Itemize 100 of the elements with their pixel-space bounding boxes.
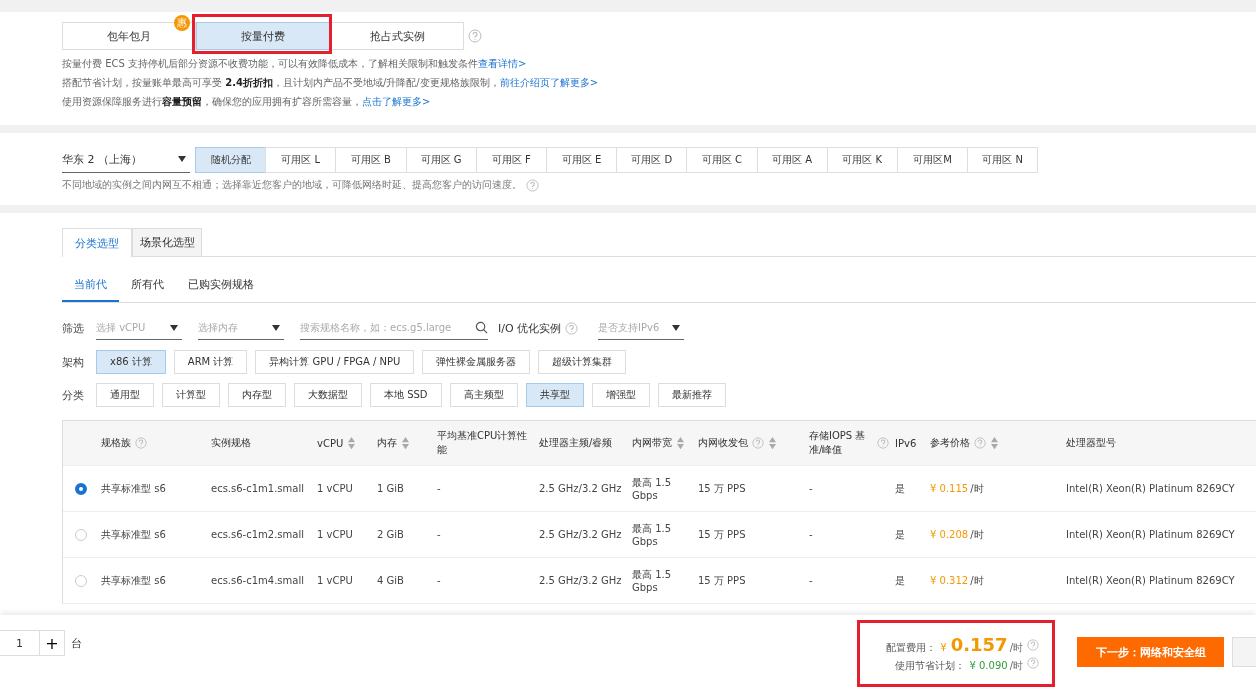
category-option[interactable]: 最新推荐 xyxy=(657,383,726,407)
filter-option[interactable]: I/O 优化实例 xyxy=(498,320,562,336)
table-cell-text: 最高 1.5 Gbps xyxy=(632,522,673,547)
table-cell: 共享标准型 s6 xyxy=(101,527,166,542)
plan-label: 使用节省计划： xyxy=(895,658,966,673)
zone-button[interactable]: 随机分配 xyxy=(195,146,267,173)
category-option[interactable]: 大数据型 xyxy=(294,383,362,407)
discount-badge: 惠 xyxy=(174,15,190,31)
increment-button[interactable]: + xyxy=(39,630,65,656)
cost-unit: /时 xyxy=(1009,658,1023,673)
selector-tab[interactable]: 场景化选型 xyxy=(132,228,202,256)
region-select[interactable]: 华东 2 （上海） xyxy=(62,146,190,173)
table-cell: - xyxy=(809,575,813,586)
price-value: ¥ 0.208 xyxy=(930,529,969,540)
table-cell: 2.5 GHz/3.2 GHz xyxy=(539,483,622,494)
category-option[interactable]: 本地 SSD xyxy=(370,383,442,407)
quantity-unit: 台 xyxy=(71,635,82,651)
column-header: 平均基准CPU计算性能 xyxy=(437,429,529,457)
table-cell: Intel(R) Xeon(R) Platinum 8269CY xyxy=(1066,529,1235,540)
plan-cost: ¥ 0.090 xyxy=(969,659,1008,671)
help-icon xyxy=(752,437,764,449)
zone-button[interactable]: 可用区 D xyxy=(616,146,688,173)
category-option[interactable]: 增强型 xyxy=(591,383,650,407)
generation-tab[interactable]: 当前代 xyxy=(62,269,119,302)
category-option[interactable]: 内存型 xyxy=(228,383,286,407)
architecture-option[interactable]: ARM 计算 xyxy=(173,350,248,374)
column-header: 处理器型号 xyxy=(1066,436,1116,450)
column-header: 实例规格 xyxy=(211,436,251,450)
billing-note: 搭配节省计划，按量账单最高可享受 2.4折折扣，且计划内产品不受地域/升降配/变更规格族限制，前往介绍页了解更多> xyxy=(62,76,600,90)
zone-button[interactable]: 可用区 N xyxy=(967,146,1039,173)
table-cell: 15 万 PPS xyxy=(698,573,746,588)
billing-note: 按量付费 ECS 支持停机后部分资源不收费功能，可以有效降低成本，了解相关限制和触发条件查看详情> xyxy=(62,57,528,71)
help-icon xyxy=(1027,638,1039,651)
cost-value: 0.157 xyxy=(950,633,1008,655)
currency-symbol: ¥ xyxy=(940,641,947,653)
architecture-option[interactable]: 异构计算 GPU / FPGA / NPU xyxy=(255,350,415,374)
zone-button[interactable]: 可用区M xyxy=(896,146,969,173)
table-cell: 共享标准型 s6 xyxy=(101,481,166,496)
note-link[interactable]: 点击了解更多> xyxy=(362,96,431,107)
caret-icon xyxy=(672,324,681,331)
cost-unit: /时 xyxy=(1009,640,1023,655)
architecture-option[interactable]: 弹性裸金属服务器 xyxy=(422,350,531,374)
architecture-label: 架构 xyxy=(62,354,85,370)
zone-button[interactable]: 可用区 B xyxy=(335,146,407,173)
selector-tab[interactable]: 分类选型 xyxy=(62,228,132,257)
caret-icon xyxy=(272,324,280,331)
sort-icon[interactable] xyxy=(347,436,357,450)
table-cell-text: 最高 1.5 Gbps xyxy=(632,568,673,593)
column-header: 参考价格 xyxy=(930,436,970,450)
help-icon xyxy=(877,437,889,449)
table-cell: 是 xyxy=(895,573,905,588)
category-option[interactable]: 共享型 xyxy=(525,383,584,407)
note-link[interactable]: 前往介绍页了解更多> xyxy=(499,77,599,88)
note-link[interactable]: 查看详情> xyxy=(478,58,527,69)
filter-label: 筛选 xyxy=(62,320,85,336)
table-cell: 1 GiB xyxy=(377,483,404,494)
price-value: ¥ 0.115 xyxy=(930,483,969,494)
table-cell: 15 万 PPS xyxy=(698,527,746,542)
table-cell: 1 vCPU xyxy=(317,529,353,540)
table-cell: 1 vCPU xyxy=(317,483,353,494)
help-icon xyxy=(974,437,986,449)
generation-tab[interactable]: 所有代 xyxy=(119,269,176,302)
help-icon xyxy=(468,29,482,43)
column-header: 规格族 xyxy=(101,436,131,450)
generation-tab[interactable]: 已购实例规格 xyxy=(176,269,266,302)
table-cell-text: 最高 1.5 Gbps xyxy=(632,476,673,501)
zone-button[interactable]: 可用区 G xyxy=(405,146,477,173)
architecture-option[interactable]: 超级计算集群 xyxy=(538,350,627,374)
table-cell: 2 GiB xyxy=(377,529,404,540)
column-header: vCPU xyxy=(317,437,344,449)
help-icon xyxy=(135,437,147,449)
architecture-option[interactable]: x86 计算 xyxy=(96,350,166,374)
zone-button[interactable]: 可用区 A xyxy=(756,146,828,173)
search-icon xyxy=(475,321,488,334)
billing-tab[interactable]: 按量付费 xyxy=(196,22,330,50)
sort-icon[interactable] xyxy=(990,436,999,450)
radio-button[interactable] xyxy=(75,482,87,495)
table-cell: - xyxy=(437,529,441,540)
help-icon xyxy=(565,321,579,335)
category-option[interactable]: 高主频型 xyxy=(449,383,518,407)
zone-button[interactable]: 可用区 E xyxy=(545,146,618,173)
table-cell: 共享标准型 s6 xyxy=(101,573,166,588)
billing-note: 使用资源保障服务进行容量预留，确保您的应用拥有扩容所需容量，点击了解更多> xyxy=(62,95,432,109)
category-option[interactable]: 通用型 xyxy=(96,383,154,407)
zone-button[interactable]: 可用区 K xyxy=(826,146,898,173)
column-header: 存储IOPS 基准/峰值 xyxy=(809,429,867,457)
zone-button[interactable]: 可用区 F xyxy=(475,146,547,173)
table-cell: 是 xyxy=(895,527,905,542)
help-icon xyxy=(1027,656,1039,669)
column-header: 内存 xyxy=(377,436,397,450)
price-unit: /时 xyxy=(970,481,984,496)
price-unit: /时 xyxy=(970,527,984,542)
table-cell: - xyxy=(437,483,441,494)
sort-icon[interactable] xyxy=(768,436,777,450)
category-option[interactable]: 计算型 xyxy=(162,383,220,407)
zone-button[interactable]: 可用区 C xyxy=(686,146,758,173)
zone-button[interactable]: 可用区 L xyxy=(265,146,337,173)
sort-icon[interactable] xyxy=(676,436,685,450)
sort-icon[interactable] xyxy=(401,436,410,450)
billing-tab[interactable]: 抢占式实例 xyxy=(330,22,464,50)
